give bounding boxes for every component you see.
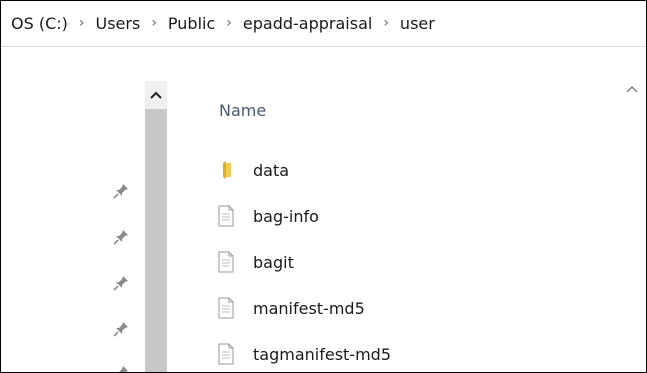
file-name: manifest-md5 [253,298,365,318]
breadcrumb-divider [1,46,646,47]
file-name: bagit [253,252,294,272]
column-header-name[interactable]: Name [219,101,266,120]
chevron-up-icon [150,91,162,99]
list-item[interactable]: data [215,156,635,184]
breadcrumb-separator-icon[interactable]: › [226,15,232,31]
pin-icon[interactable] [111,273,131,293]
breadcrumb: OS (C:) › Users › Public › epadd-apprais… [1,1,646,46]
sort-ascending-icon [626,86,638,93]
list-item[interactable]: manifest-md5 [215,294,635,322]
pin-icon[interactable] [111,227,131,247]
nav-pane-scrollbar[interactable] [145,83,167,372]
file-name: tagmanifest-md5 [253,344,391,364]
document-icon [215,343,237,365]
quick-access-pins [111,1,135,373]
document-icon [215,205,237,227]
pin-icon[interactable] [111,181,131,201]
list-item[interactable]: bag-info [215,202,635,230]
breadcrumb-item-epadd-appraisal[interactable]: epadd-appraisal [243,14,372,33]
folder-icon [215,159,237,181]
file-name: bag-info [253,206,319,226]
scroll-up-button[interactable] [145,81,167,109]
breadcrumb-separator-icon[interactable]: › [79,15,85,31]
pin-icon[interactable] [111,363,131,373]
document-icon [215,297,237,319]
explorer-window: OS (C:) › Users › Public › epadd-apprais… [0,0,647,373]
breadcrumb-item-drive[interactable]: OS (C:) [11,14,68,33]
breadcrumb-item-user[interactable]: user [400,14,435,33]
list-item[interactable]: tagmanifest-md5 [215,340,635,368]
pin-icon[interactable] [111,319,131,339]
document-icon [215,251,237,273]
breadcrumb-item-public[interactable]: Public [168,14,215,33]
file-name: data [253,160,290,180]
list-item[interactable]: bagit [215,248,635,276]
breadcrumb-separator-icon[interactable]: › [151,15,157,31]
breadcrumb-separator-icon[interactable]: › [383,15,389,31]
